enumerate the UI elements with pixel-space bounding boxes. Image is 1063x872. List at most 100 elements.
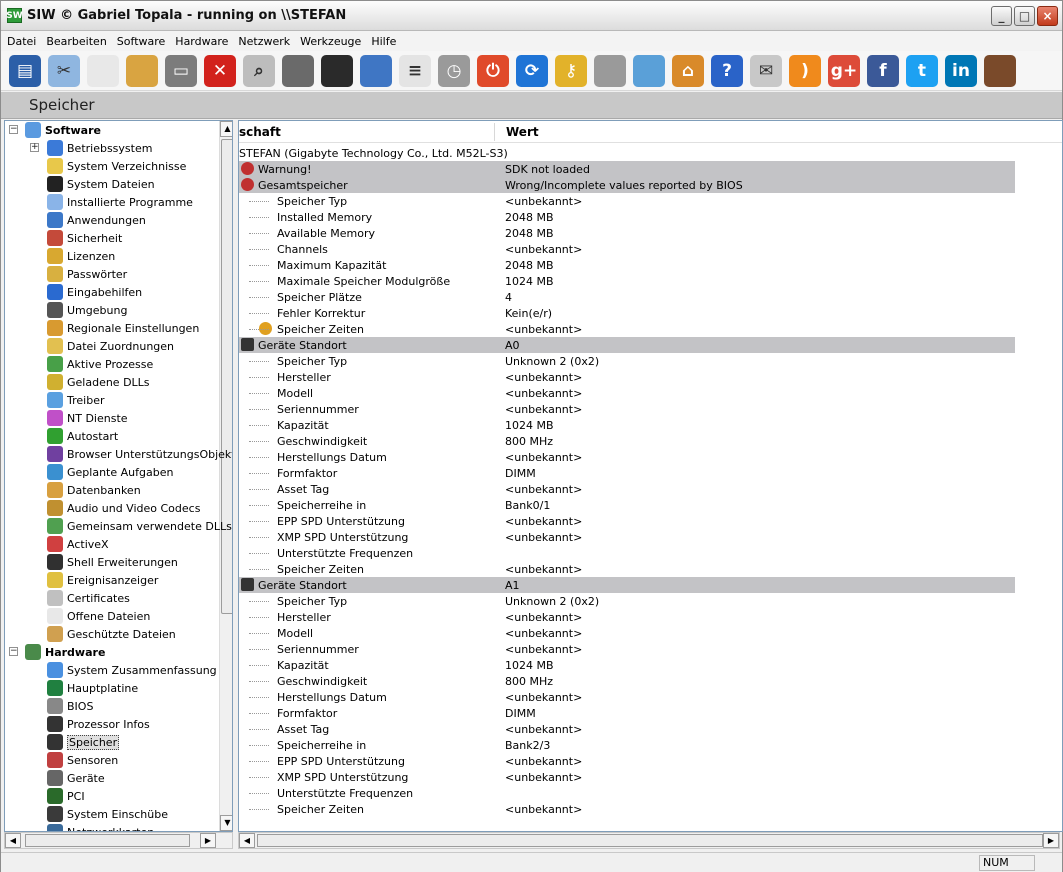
tree-item-system-einschübe[interactable]: System Einschübe [47,805,168,823]
googleplus-icon[interactable]: g+ [828,54,860,87]
coffee-icon[interactable] [984,54,1016,87]
property-row[interactable]: Seriennummer <unbekannt> [239,401,1015,417]
property-row[interactable]: Modell <unbekannt> [239,385,1015,401]
stop-icon[interactable]: ✕ [204,54,236,87]
tree-item-nt-dienste[interactable]: NT Dienste [47,409,128,427]
property-row[interactable]: Speicherreihe in Bank0/1 [239,497,1015,513]
group-row[interactable]: Gesamtspeicher Wrong/Incomplete values re… [239,177,1015,193]
tree-item-shell-erweiterungen[interactable]: Shell Erweiterungen [47,553,178,571]
tree-item-betriebssystem[interactable]: Betriebssystem [47,139,152,157]
property-row[interactable]: Maximale Speicher Modulgröße 1024 MB [239,273,1015,289]
home-icon[interactable]: ⌂ [672,54,704,87]
property-row[interactable]: Speicherreihe in Bank2/3 [239,737,1015,753]
property-row[interactable]: Speicher Zeiten <unbekannt> [239,321,1015,337]
property-row[interactable]: Herstellungs Datum <unbekannt> [239,689,1015,705]
property-row[interactable]: EPP SPD Unterstützung <unbekannt> [239,753,1015,769]
property-row[interactable]: Fehler Korrektur Kein(e/r) [239,305,1015,321]
tree-item-activex[interactable]: ActiveX [47,535,109,553]
property-row[interactable]: Unterstützte Frequenzen [239,785,1015,801]
scroll-thumb[interactable] [25,834,190,847]
compass-icon[interactable] [282,54,314,87]
facebook-icon[interactable]: f [867,54,899,87]
scroll-right-button[interactable]: ▶ [1043,833,1059,848]
property-row[interactable]: Seriennummer <unbekannt> [239,641,1015,657]
property-row[interactable]: Asset Tag <unbekannt> [239,721,1015,737]
expand-toggle[interactable]: − [9,125,18,134]
tree-item-speicher[interactable]: Speicher [47,733,120,751]
property-row[interactable]: Speicher Zeiten <unbekannt> [239,801,1015,817]
copy-icon[interactable] [87,54,119,87]
property-row[interactable]: Installed Memory 2048 MB [239,209,1015,225]
property-row[interactable]: Hersteller <unbekannt> [239,609,1015,625]
property-row[interactable]: Unterstützte Frequenzen [239,545,1015,561]
tools-icon[interactable] [594,54,626,87]
wizard-icon[interactable] [633,54,665,87]
group-row[interactable]: Geräte Standort A1 [239,577,1015,593]
property-row[interactable]: Hersteller <unbekannt> [239,369,1015,385]
group-row[interactable]: Geräte Standort A0 [239,337,1015,353]
rss-icon[interactable]: ) [789,54,821,87]
tree-item-system-dateien[interactable]: System Dateien [47,175,155,193]
tree-item-eingabehilfen[interactable]: Eingabehilfen [47,283,142,301]
property-row[interactable]: Kapazität 1024 MB [239,657,1015,673]
menu-netzwerk[interactable]: Netzwerk [238,35,290,48]
tree-item-software[interactable]: Software [25,121,101,139]
maximize-button[interactable]: □ [1014,6,1035,26]
print-icon[interactable]: ▭ [165,54,197,87]
key-icon[interactable]: ⚷ [555,54,587,87]
scroll-down-button[interactable]: ▼ [220,815,232,831]
monitor-icon[interactable] [321,54,353,87]
power-icon[interactable]: ⏻ [477,54,509,87]
scroll-left-button[interactable]: ◀ [239,833,255,848]
save-icon[interactable]: ▤ [9,54,41,87]
property-row[interactable]: Speicher Zeiten <unbekannt> [239,561,1015,577]
tree-item-umgebung[interactable]: Umgebung [47,301,127,319]
property-row[interactable]: Speicher Plätze 4 [239,289,1015,305]
menu-software[interactable]: Software [117,35,166,48]
tree-item-hauptplatine[interactable]: Hauptplatine [47,679,138,697]
menu-hardware[interactable]: Hardware [175,35,228,48]
tree-item-system-verzeichnisse[interactable]: System Verzeichnisse [47,157,186,175]
property-list[interactable]: schaft Wert STEFAN (Gigabyte Technology … [238,120,1063,832]
help-icon[interactable]: ? [711,54,743,87]
property-row[interactable]: Geschwindigkeit 800 MHz [239,433,1015,449]
stopwatch-icon[interactable]: ◷ [438,54,470,87]
tree-item-datei-zuordnungen[interactable]: Datei Zuordnungen [47,337,174,355]
tree-item-datenbanken[interactable]: Datenbanken [47,481,141,499]
property-row[interactable]: Available Memory 2048 MB [239,225,1015,241]
tree-item-autostart[interactable]: Autostart [47,427,118,445]
property-row[interactable]: Kapazität 1024 MB [239,417,1015,433]
navigation-tree[interactable]: ▲ ▼ Software − Betriebssystem + System Verze… [4,120,233,832]
expand-toggle[interactable]: + [30,143,39,152]
property-row[interactable]: Geschwindigkeit 800 MHz [239,673,1015,689]
mail-icon[interactable]: ✉ [750,54,782,87]
tree-item-hardware[interactable]: Hardware [25,643,105,661]
tree-item-bios[interactable]: BIOS [47,697,93,715]
property-row[interactable]: XMP SPD Unterstützung <unbekannt> [239,529,1015,545]
group-row[interactable]: Warnung! SDK not loaded [239,161,1015,177]
tree-item-browser-unterstützungsobjekt[interactable]: Browser UnterstützungsObjekt [47,445,232,463]
tree-item-geschützte-dateien[interactable]: Geschützte Dateien [47,625,176,643]
menu-werkzeuge[interactable]: Werkzeuge [300,35,361,48]
column-property[interactable]: schaft [239,125,281,139]
property-row[interactable]: Formfaktor DIMM [239,465,1015,481]
tree-item-ereignisanzeiger[interactable]: Ereignisanzeiger [47,571,158,589]
refresh-icon[interactable]: ⟳ [516,54,548,87]
tree-vertical-scrollbar[interactable]: ▲ ▼ [219,121,232,831]
tree-item-prozessor-infos[interactable]: Prozessor Infos [47,715,150,733]
property-row[interactable]: EPP SPD Unterstützung <unbekannt> [239,513,1015,529]
tree-item-anwendungen[interactable]: Anwendungen [47,211,146,229]
tree-item-treiber[interactable]: Treiber [47,391,104,409]
tree-item-netzwerkkarten[interactable]: Netzwerkkarten [47,823,154,831]
tree-item-passwörter[interactable]: Passwörter [47,265,127,283]
tree-horizontal-scrollbar[interactable]: ◀ ▶ [4,832,233,849]
tree-item-offene-dateien[interactable]: Offene Dateien [47,607,150,625]
scroll-left-button[interactable]: ◀ [5,833,21,848]
tree-item-certificates[interactable]: Certificates [47,589,130,607]
tree-item-sicherheit[interactable]: Sicherheit [47,229,122,247]
property-row[interactable]: STEFAN (Gigabyte Technology Co., Ltd. M5… [239,145,1015,161]
property-row[interactable]: Speicher Typ Unknown 2 (0x2) [239,593,1015,609]
search-icon[interactable]: ⌕ [243,54,275,87]
tree-item-installierte-programme[interactable]: Installierte Programme [47,193,193,211]
list-icon[interactable]: ≡ [399,54,431,87]
